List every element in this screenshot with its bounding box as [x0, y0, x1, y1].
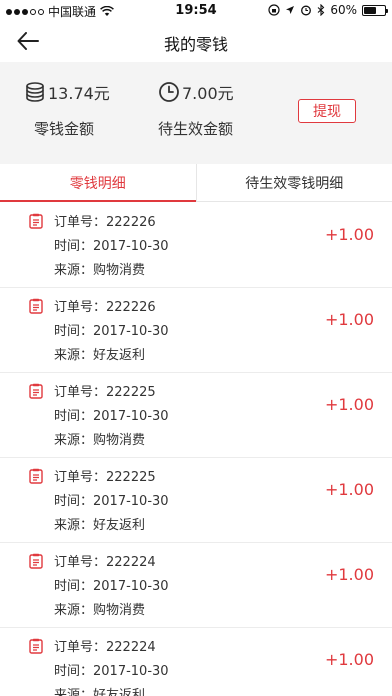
record-amount: +1.00	[324, 650, 374, 669]
record-source: 来源：购物消费	[54, 603, 146, 618]
record-details: 订单号：222225 时间：2017-10-30 来源：好友返利	[54, 466, 169, 538]
list-item[interactable]: 订单号：222224 时间：2017-10-30 来源：好友返利 +1.00	[0, 628, 392, 696]
receipt-icon	[29, 213, 43, 229]
withdraw-button[interactable]: 提现	[298, 99, 356, 123]
record-order: 订单号：222225	[54, 470, 156, 485]
record-time: 时间：2017-10-30	[54, 494, 169, 509]
list-item[interactable]: 订单号：222225 时间：2017-10-30 来源：购物消费 +1.00	[0, 373, 392, 458]
pending-value: 7.00元	[182, 84, 234, 103]
record-time: 时间：2017-10-30	[54, 579, 169, 594]
record-time: 时间：2017-10-30	[54, 239, 169, 254]
record-source: 来源：好友返利	[54, 518, 146, 533]
balance-label: 零钱金额	[34, 120, 95, 138]
receipt-icon	[29, 298, 43, 314]
record-source: 来源：好友返利	[54, 688, 146, 696]
record-order: 订单号：222226	[54, 215, 156, 230]
balance-stat: 13.74元 零钱金额	[24, 80, 110, 139]
record-details: 订单号：222226 时间：2017-10-30 来源：好友返利	[54, 296, 169, 368]
record-amount: +1.00	[324, 395, 374, 414]
record-amount: +1.00	[324, 225, 374, 244]
tab-balance-detail[interactable]: 零钱明细	[0, 164, 196, 202]
record-amount: +1.00	[324, 480, 374, 499]
record-details: 订单号：222226 时间：2017-10-30 来源：购物消费	[54, 211, 169, 283]
record-order: 订单号：222224	[54, 555, 156, 570]
pending-stat: 7.00元 待生效金额	[158, 80, 234, 139]
clock-icon	[159, 82, 179, 102]
battery-percent: 60%	[330, 3, 357, 17]
battery-icon	[362, 4, 388, 16]
tab-pending-detail[interactable]: 待生效零钱明细	[195, 164, 392, 201]
record-order: 订单号：222224	[54, 640, 156, 655]
coins-icon	[26, 82, 44, 102]
list-item[interactable]: 订单号：222224 时间：2017-10-30 来源：购物消费 +1.00	[0, 543, 392, 628]
list-item[interactable]: 订单号：222226 时间：2017-10-30 来源：购物消费 +1.00	[0, 203, 392, 288]
receipt-icon	[29, 553, 43, 569]
record-details: 订单号：222224 时间：2017-10-30 来源：购物消费	[54, 551, 169, 623]
record-amount: +1.00	[324, 310, 374, 329]
record-details: 订单号：222225 时间：2017-10-30 来源：购物消费	[54, 381, 169, 453]
record-amount: +1.00	[324, 565, 374, 584]
detail-tabs: 零钱明细 待生效零钱明细	[0, 164, 392, 202]
list-item[interactable]: 订单号：222226 时间：2017-10-30 来源：好友返利 +1.00	[0, 288, 392, 373]
record-time: 时间：2017-10-30	[54, 409, 169, 424]
receipt-icon	[29, 468, 43, 484]
receipt-icon	[29, 383, 43, 399]
nav-bar: 我的零钱	[0, 20, 392, 62]
record-order: 订单号：222226	[54, 300, 156, 315]
location-icon	[286, 6, 295, 14]
record-source: 来源：购物消费	[54, 433, 146, 448]
wallet-summary: 13.74元 零钱金额 7.00元 待生效金额 提现	[0, 62, 392, 164]
bluetooth-icon	[317, 4, 325, 16]
receipt-icon	[29, 638, 43, 654]
record-list: 订单号：222226 时间：2017-10-30 来源：购物消费 +1.00 订…	[0, 203, 392, 696]
orientation-lock-icon	[268, 4, 280, 16]
status-icons: 60%	[268, 3, 388, 17]
status-bar: 中国联通 19:54 60%	[0, 0, 392, 20]
page-title: 我的零钱	[163, 35, 228, 54]
balance-value: 13.74元	[48, 84, 110, 103]
record-time: 时间：2017-10-30	[54, 664, 169, 679]
record-order: 订单号：222225	[54, 385, 156, 400]
record-time: 时间：2017-10-30	[54, 324, 169, 339]
alarm-icon	[301, 5, 312, 16]
pending-label: 待生效金额	[158, 120, 234, 138]
record-source: 来源：好友返利	[54, 348, 146, 363]
record-source: 来源：购物消费	[54, 263, 146, 278]
list-item[interactable]: 订单号：222225 时间：2017-10-30 来源：好友返利 +1.00	[0, 458, 392, 543]
record-details: 订单号：222224 时间：2017-10-30 来源：好友返利	[54, 636, 169, 696]
